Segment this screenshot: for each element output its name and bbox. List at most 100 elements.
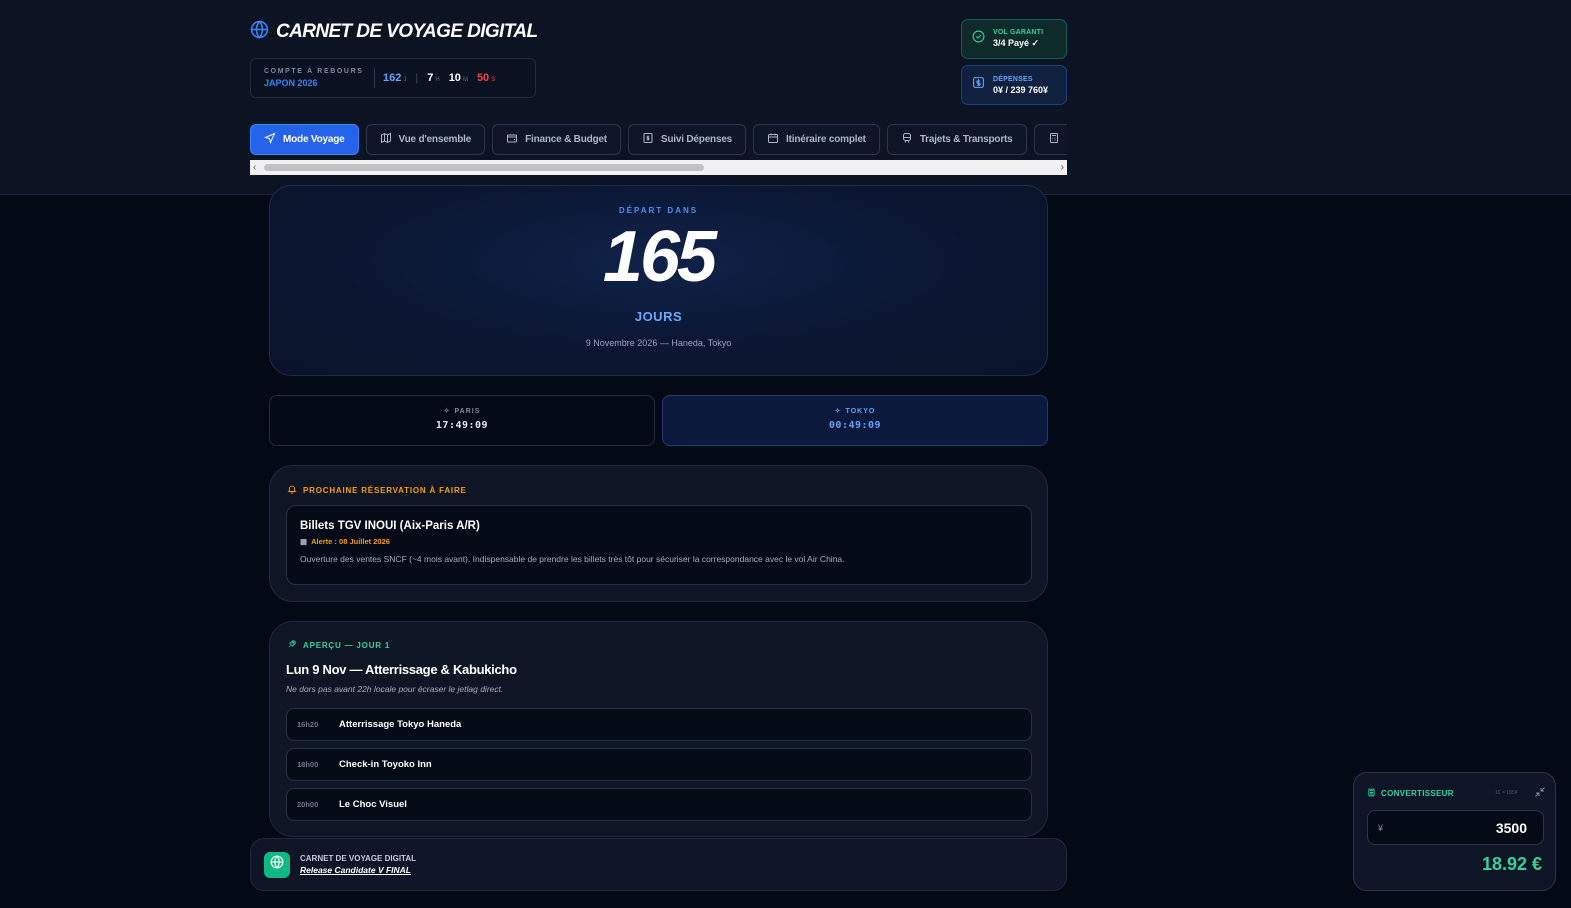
- sun-icon: ✧: [834, 408, 842, 415]
- countdown-hours-value: 7: [427, 72, 434, 84]
- app-header: CARNET DE VOYAGE DIGITAL COMPTE À REBOUR…: [0, 0, 1571, 195]
- globe-icon: [270, 855, 284, 874]
- sun-icon: ✧: [443, 408, 451, 415]
- hero-kicker: DÉPART DANS: [618, 206, 699, 215]
- calculator-icon: [1048, 132, 1060, 147]
- map-icon: [380, 132, 392, 147]
- depenses-badge-label: DÉPENSES: [993, 75, 1033, 83]
- event-label: Atterrissage Tokyo Haneda: [339, 719, 462, 730]
- apercu-title: Lun 9 Nov — Atterrissage & Kabukicho: [286, 662, 517, 677]
- tab-co[interactable]: Co: [1033, 124, 1067, 155]
- tab-label: Finance & Budget: [525, 134, 607, 145]
- receipt-icon: [642, 132, 654, 147]
- reservation-alert-date: Alerte : 08 Juillet 2026: [311, 537, 390, 546]
- release-link[interactable]: Release Candidate V FINAL: [300, 865, 416, 875]
- tab-trajets-transports[interactable]: Trajets & Transports: [886, 124, 1027, 155]
- scroll-left-icon[interactable]: ‹: [253, 162, 256, 173]
- tab-scrollbar[interactable]: ‹ ›: [250, 160, 1067, 175]
- footer: CARNET DE VOYAGE DIGITAL Release Candida…: [250, 838, 1067, 891]
- footer-title: CARNET DE VOYAGE DIGITAL: [300, 854, 417, 863]
- tab-label: Mode Voyage: [283, 134, 345, 145]
- vol-badge-value: 3/4 Payé ✓: [993, 38, 1040, 48]
- scroll-right-icon[interactable]: ›: [1061, 162, 1064, 173]
- clock-tokyo: ✧ TOKYO 00:49:09: [662, 395, 1048, 446]
- clock-time: 17:49:09: [435, 420, 489, 431]
- clock-time: 00:49:09: [828, 420, 882, 431]
- countdown-minutes-value: 10: [448, 72, 461, 84]
- countdown-minutes: 10 M: [449, 72, 468, 84]
- vol-garanti-badge[interactable]: VOL GARANTI 3/4 Payé ✓: [961, 19, 1067, 59]
- tab-label: Suivi Dépenses: [660, 134, 733, 145]
- countdown-minutes-suffix: M: [462, 77, 468, 83]
- event-label: Le Choc Visuel: [339, 799, 407, 810]
- navigation-icon: [263, 132, 276, 147]
- wallet-icon: [506, 132, 518, 147]
- clock-paris: ✧ PARIS 17:49:09: [269, 395, 655, 446]
- reservation-title: Billets TGV INOUI (Aix-Paris A/R): [300, 520, 480, 532]
- converter-rate: 1€ = 185¥: [1495, 790, 1518, 796]
- scrollbar-thumb[interactable]: [264, 164, 704, 171]
- tab-label: Vue d'ensemble: [398, 134, 472, 145]
- reservation-alert: ▦ Alerte : 08 Juillet 2026: [300, 537, 1018, 546]
- countdown-seconds-value: 50: [476, 72, 490, 84]
- tab-finance-budget[interactable]: Finance & Budget: [492, 124, 621, 155]
- reservation-item[interactable]: Billets TGV INOUI (Aix-Paris A/R) ▦ Aler…: [286, 505, 1032, 585]
- hero-unit: JOURS: [634, 309, 683, 324]
- reservation-description: Ouverture des ventes SNCF (~4 mois avant…: [300, 554, 845, 564]
- check-circle-icon: [972, 30, 985, 48]
- globe-icon: [250, 20, 269, 44]
- list-item[interactable]: 20h00 Le Choc Visuel: [286, 788, 1032, 821]
- tab-mode-voyage[interactable]: Mode Voyage: [250, 124, 359, 155]
- currency-converter: CONVERTISSEUR 1€ = 185¥ ¥ 3500 18.92 €: [1353, 772, 1556, 891]
- departure-hero: DÉPART DANS 165 JOURS 9 Novembre 2026 — …: [269, 185, 1048, 376]
- event-time: 20h00: [297, 800, 319, 809]
- depenses-badge[interactable]: DÉPENSES 0¥ / 239 760¥: [961, 65, 1067, 105]
- apercu-kicker-label: APERÇU — JOUR 1: [303, 640, 391, 650]
- countdown-days-value: 162: [383, 72, 402, 84]
- event-time: 18h00: [297, 760, 319, 769]
- list-item[interactable]: 18h00 Check-in Toyoko Inn: [286, 748, 1032, 781]
- apercu-kicker: APERÇU — JOUR 1: [287, 639, 390, 651]
- countdown-label: COMPTE À REBOURS: [264, 68, 364, 75]
- converted-result: 18.92 €: [1481, 854, 1542, 874]
- countdown-days: 162 J: [383, 72, 406, 84]
- countdown-hours: 7 H: [427, 72, 439, 84]
- rocket-icon: [287, 639, 297, 651]
- divider: [374, 68, 375, 88]
- apercu-subtitle: Ne dors pas avant 22h locale pour écrase…: [286, 684, 504, 694]
- depenses-badge-value: 0¥ / 239 760¥: [993, 84, 1049, 95]
- countdown-seconds: 50 S: [477, 72, 495, 84]
- calendar-icon: ▦: [300, 537, 308, 546]
- currency-symbol: ¥: [1378, 822, 1384, 833]
- footer-logo: [264, 851, 290, 878]
- countdown-box: COMPTE À REBOURS JAPON 2026 162 J | 7 H …: [250, 58, 536, 98]
- tab-label: Trajets & Transports: [919, 134, 1013, 145]
- tab-bar: Mode Voyage Vue d'ensemble Finance & Bud…: [250, 124, 1067, 155]
- amount-value: 3500: [1495, 819, 1527, 836]
- converter-header: CONVERTISSEUR: [1367, 788, 1454, 799]
- event-time: 16h20: [297, 720, 319, 729]
- countdown-seconds-suffix: S: [491, 77, 496, 83]
- brand: CARNET DE VOYAGE DIGITAL: [250, 20, 538, 44]
- amount-input[interactable]: ¥ 3500: [1367, 810, 1544, 845]
- list-item[interactable]: 16h20 Atterrissage Tokyo Haneda: [286, 708, 1032, 741]
- clock-city: TOKYO: [845, 407, 876, 415]
- event-label: Check-in Toyoko Inn: [339, 759, 432, 770]
- train-icon: [901, 132, 913, 147]
- tab-label: Itinéraire complet: [786, 134, 866, 145]
- bell-icon: [287, 484, 297, 496]
- reservation-kicker-label: PROCHAINE RÉSERVATION À FAIRE: [303, 485, 467, 495]
- hero-subtitle: 9 Novembre 2026 — Haneda, Tokyo: [585, 338, 732, 348]
- tab-suivi-depenses[interactable]: Suivi Dépenses: [627, 124, 747, 155]
- dollar-icon: [972, 76, 985, 94]
- clock-city: PARIS: [454, 407, 481, 415]
- divider: |: [415, 72, 419, 84]
- tab-vue-ensemble[interactable]: Vue d'ensemble: [365, 124, 486, 155]
- vol-badge-label: VOL GARANTI: [993, 29, 1044, 36]
- converter-title: CONVERTISSEUR: [1381, 789, 1454, 798]
- hero-days: 165: [602, 217, 717, 297]
- reservation-kicker: PROCHAINE RÉSERVATION À FAIRE: [287, 484, 467, 496]
- countdown-hours-suffix: H: [435, 77, 440, 83]
- tab-itineraire[interactable]: Itinéraire complet: [753, 124, 880, 155]
- minimize-icon[interactable]: [1534, 785, 1546, 797]
